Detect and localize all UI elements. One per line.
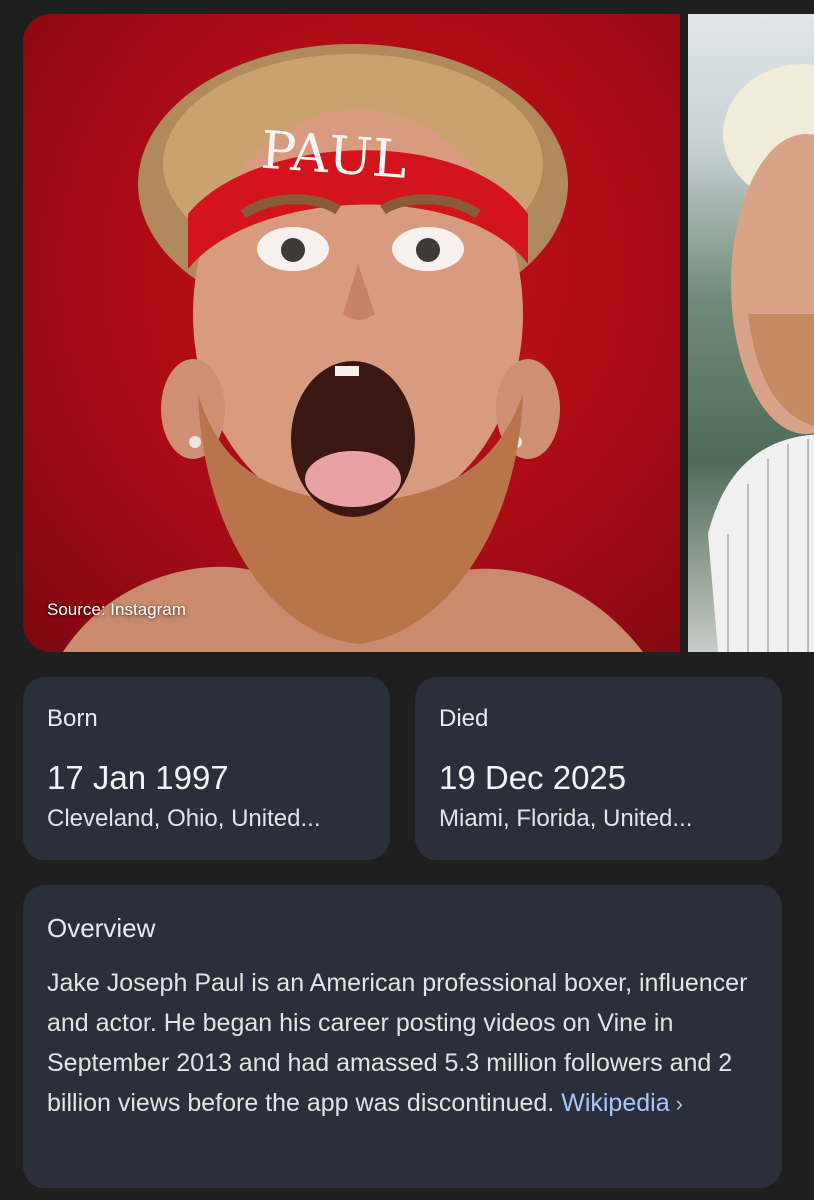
headband-text: PAUL — [259, 121, 409, 191]
born-place: Cleveland, Ohio, United... — [47, 805, 321, 832]
wikipedia-link[interactable]: Wikipedia — [561, 1089, 669, 1117]
secondary-photo[interactable] — [688, 14, 814, 652]
overview-card: Overview Jake Joseph Paul is an American… — [23, 885, 782, 1188]
portrait-illustration: PAUL — [63, 44, 643, 652]
born-card[interactable]: Born 17 Jan 1997 Cleveland, Ohio, United… — [23, 677, 390, 860]
born-label: Born — [47, 705, 98, 732]
died-date: 19 Dec 2025 — [439, 759, 627, 796]
born-date: 17 Jan 1997 — [47, 759, 229, 796]
died-card[interactable]: Died 19 Dec 2025 Miami, Florida, United.… — [415, 677, 782, 860]
image-gallery: PAUL Source: Instagram — [0, 0, 814, 652]
main-photo[interactable]: PAUL Source: Instagram — [23, 14, 680, 652]
overview-description: Jake Joseph Paul is an American professi… — [47, 963, 767, 1124]
overview-title: Overview — [47, 913, 156, 943]
secondary-portrait-illustration — [708, 64, 814, 652]
died-label: Died — [439, 705, 489, 732]
died-place: Miami, Florida, United... — [439, 805, 693, 832]
chevron-right-icon[interactable]: › — [676, 1091, 683, 1116]
image-source-label: Source: Instagram — [47, 600, 186, 619]
